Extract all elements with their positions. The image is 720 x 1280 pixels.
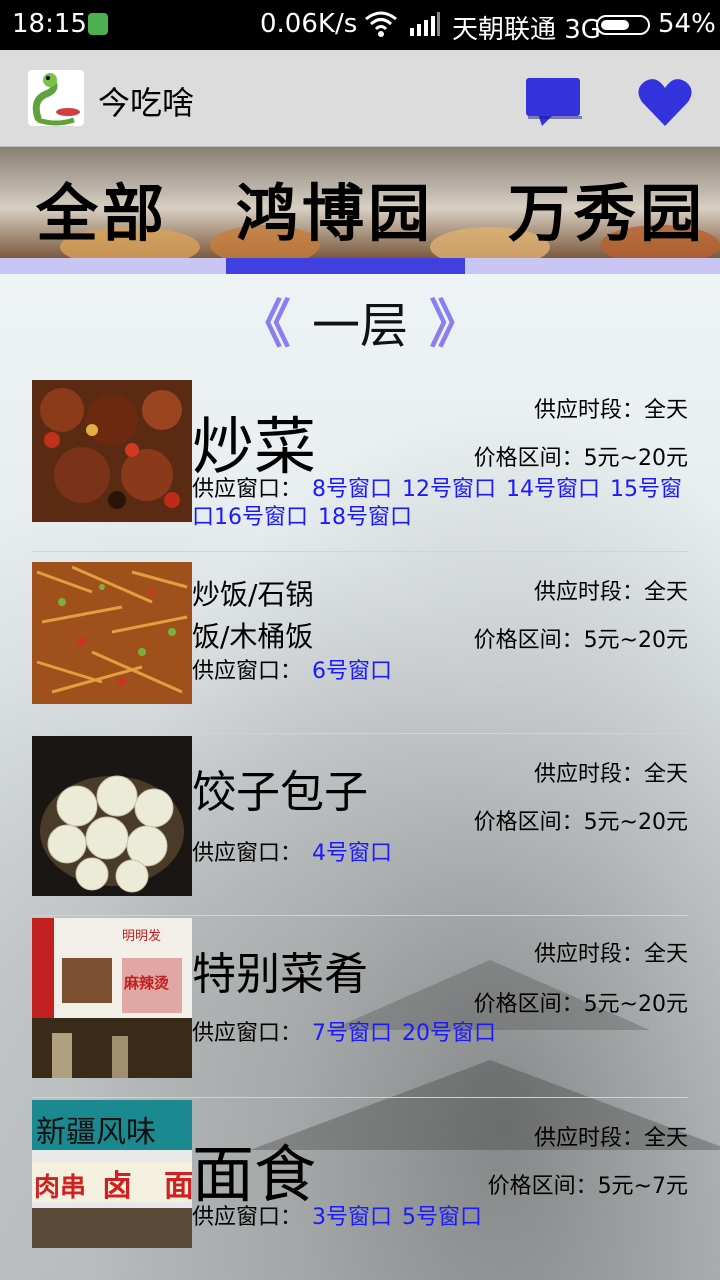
food-image bbox=[32, 562, 192, 704]
favorite-button[interactable] bbox=[636, 74, 694, 130]
status-net-speed: 0.06K/s bbox=[260, 9, 358, 39]
item-name: 面食 bbox=[192, 1138, 317, 1211]
wifi-icon bbox=[365, 11, 397, 37]
window-link[interactable]: 20号窗口 bbox=[402, 1021, 496, 1046]
window-link[interactable]: 7号窗口 bbox=[312, 1021, 392, 1046]
item-windows: 供应窗口： 6号窗口 bbox=[192, 658, 688, 686]
window-link[interactable]: 18号窗口 bbox=[318, 505, 412, 530]
item-windows: 供应窗口： 4号窗口 bbox=[192, 840, 688, 868]
action-bar: 今吃啥 bbox=[0, 50, 720, 147]
food-image bbox=[32, 380, 192, 522]
floor-name: 一层 bbox=[311, 298, 408, 354]
tab-wanxiuyuan[interactable]: 万秀园 bbox=[508, 163, 706, 253]
app-title: 今吃啥 bbox=[98, 84, 195, 122]
status-bar: 18:15 0.06K/s 天朝联通 3G 54% bbox=[0, 0, 720, 50]
chat-button[interactable] bbox=[524, 76, 582, 128]
list-item[interactable]: 炒菜 供应时段：全天 价格区间：5元~20元 供应窗口： 8号窗口 12号窗口 14号… bbox=[32, 380, 688, 530]
sign-text: 肉串 bbox=[34, 1173, 86, 1203]
item-price: 价格区间：5元~20元 bbox=[473, 628, 688, 653]
windows-label: 供应窗口： bbox=[192, 477, 303, 502]
item-name: 炒饭/石锅饭/木桶饭 bbox=[192, 578, 314, 653]
tab-hongboyuan[interactable]: 鸿博园 bbox=[236, 163, 434, 253]
item-price: 价格区间：5元~20元 bbox=[473, 810, 688, 835]
windows-label: 供应窗口： bbox=[192, 659, 303, 684]
category-banner: 全部 鸿博园 万秀园 bbox=[0, 147, 720, 258]
window-link[interactable]: 3号窗口 bbox=[312, 1205, 392, 1230]
divider bbox=[32, 733, 688, 734]
sign-text: 新疆风味 bbox=[36, 1115, 156, 1150]
item-windows: 供应窗口： 3号窗口 5号窗口 bbox=[192, 1204, 688, 1232]
status-battery: 54% bbox=[658, 9, 716, 39]
sign-text: 面 bbox=[164, 1169, 192, 1204]
status-time: 18:15 bbox=[12, 9, 87, 39]
food-image: 新疆风味 肉串 卤 面 bbox=[32, 1100, 192, 1248]
item-time: 供应时段：全天 bbox=[533, 762, 688, 787]
windows-label: 供应窗口： bbox=[192, 841, 303, 866]
food-image: 明明发 麻辣烫 bbox=[32, 918, 192, 1078]
item-price: 价格区间：5元~20元 bbox=[473, 992, 688, 1017]
item-price: 价格区间：5元~20元 bbox=[473, 446, 688, 471]
list-item[interactable]: 新疆风味 肉串 卤 面 面食 供应时段：全天 价格区间：5元~7元 供应窗口： 3… bbox=[32, 1100, 688, 1260]
item-name: 饺子包子 bbox=[192, 767, 368, 818]
status-carrier: 天朝联通 3G bbox=[452, 15, 601, 45]
notification-icon bbox=[88, 13, 108, 35]
item-windows: 供应窗口： 8号窗口 12号窗口 14号窗口 15号窗口16号窗口 18号窗口 bbox=[192, 476, 688, 532]
window-link[interactable]: 16号窗口 bbox=[214, 505, 308, 530]
window-link[interactable]: 14号窗口 bbox=[506, 477, 600, 502]
snake-chef-logo-icon bbox=[32, 73, 80, 126]
window-link[interactable]: 5号窗口 bbox=[402, 1205, 482, 1230]
window-link[interactable]: 4号窗口 bbox=[312, 841, 392, 866]
battery-icon bbox=[596, 15, 650, 35]
sign-text: 明明发 bbox=[122, 928, 161, 944]
signal-icon bbox=[410, 12, 440, 36]
divider bbox=[32, 1097, 688, 1098]
prev-floor-button[interactable]: 《 bbox=[239, 295, 291, 355]
window-link[interactable]: 6号窗口 bbox=[312, 659, 392, 684]
heart-icon bbox=[638, 79, 692, 126]
floor-selector: 《 一层 》 bbox=[0, 282, 720, 355]
windows-label: 供应窗口： bbox=[192, 1205, 303, 1230]
next-floor-button[interactable]: 》 bbox=[429, 295, 481, 355]
list-item[interactable]: 饺子包子 供应时段：全天 价格区间：5元~20元 供应窗口： 4号窗口 bbox=[32, 736, 688, 896]
item-price: 价格区间：5元~7元 bbox=[487, 1174, 688, 1199]
sign-text: 卤 bbox=[102, 1169, 132, 1204]
app-logo[interactable] bbox=[28, 70, 84, 126]
item-name: 炒菜 bbox=[192, 410, 317, 483]
chat-icon bbox=[526, 78, 582, 126]
item-time: 供应时段：全天 bbox=[533, 1126, 688, 1151]
item-time: 供应时段：全天 bbox=[533, 398, 688, 423]
food-image bbox=[32, 736, 192, 896]
sign-text: 麻辣烫 bbox=[123, 974, 170, 992]
item-time: 供应时段：全天 bbox=[533, 580, 688, 605]
window-link[interactable]: 8号窗口 bbox=[312, 477, 392, 502]
divider bbox=[32, 551, 688, 552]
item-windows: 供应窗口： 7号窗口 20号窗口 bbox=[192, 1020, 688, 1048]
item-time: 供应时段：全天 bbox=[533, 942, 688, 967]
list-item[interactable]: 明明发 麻辣烫 特别菜肴 供应时段：全天 价格区间：5元~20元 供应窗口： 7号… bbox=[32, 918, 688, 1078]
windows-label: 供应窗口： bbox=[192, 1021, 303, 1046]
divider bbox=[32, 915, 688, 916]
list-item[interactable]: 炒饭/石锅饭/木桶饭 供应时段：全天 价格区间：5元~20元 供应窗口： 6号窗口 bbox=[32, 562, 688, 712]
tab-all[interactable]: 全部 bbox=[36, 163, 168, 253]
window-link[interactable]: 12号窗口 bbox=[402, 477, 496, 502]
tab-indicator bbox=[226, 258, 465, 274]
item-name: 特别菜肴 bbox=[192, 949, 368, 1000]
banner-tabs: 全部 鸿博园 万秀园 bbox=[0, 163, 720, 250]
